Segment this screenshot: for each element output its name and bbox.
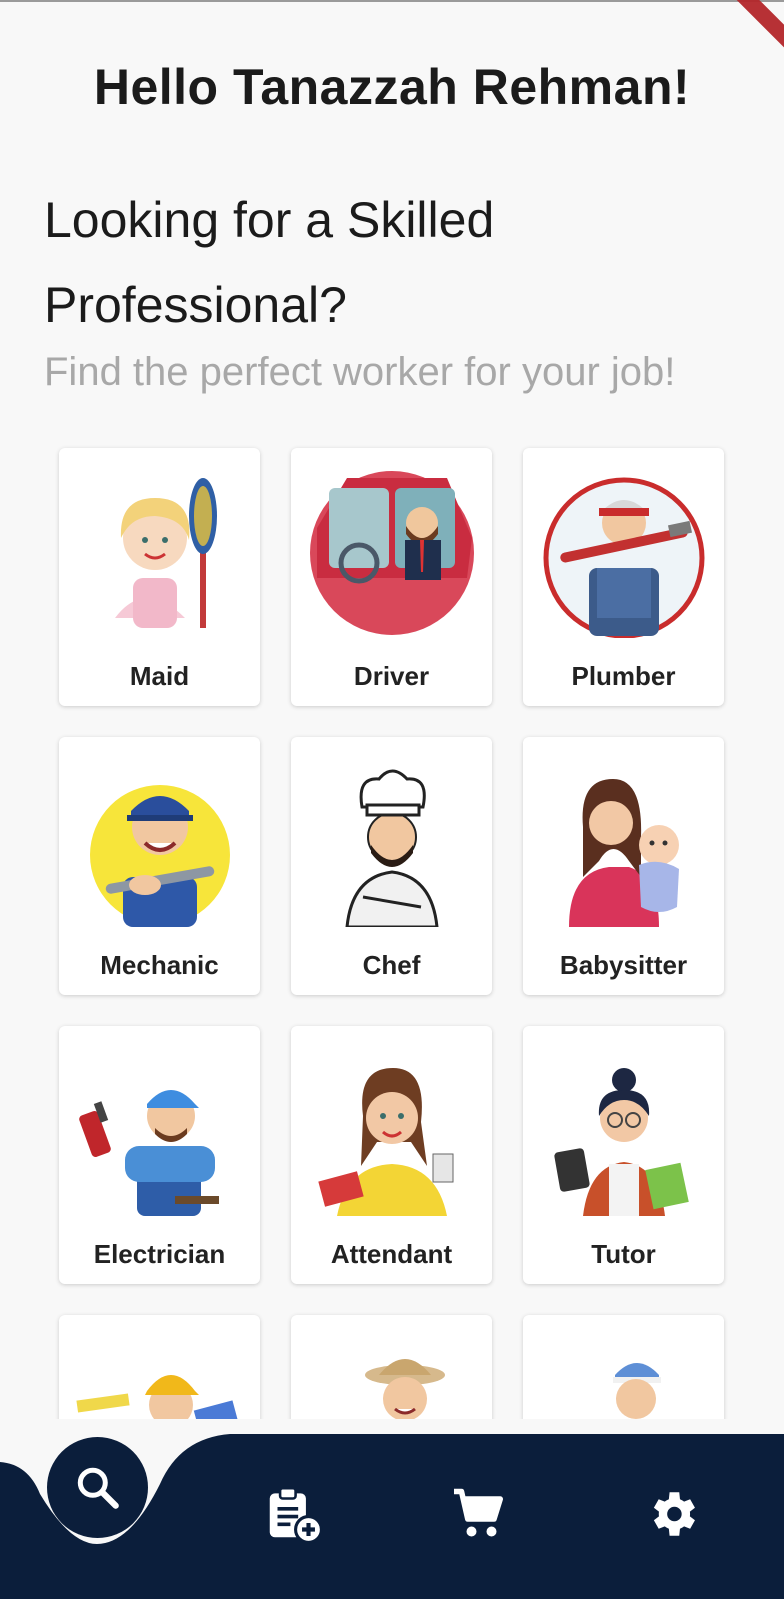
status-divider [0, 0, 784, 2]
category-label: Babysitter [559, 950, 688, 980]
category-card-chef[interactable]: Chef [291, 737, 492, 995]
category-card-electrician[interactable]: Electrician [59, 1026, 260, 1284]
category-grid-viewport[interactable]: Maid Driver Plumber Mechanic Chef Babysi… [0, 445, 784, 1419]
category-grid: Maid Driver Plumber Mechanic Chef Babysi… [59, 448, 724, 1419]
category-label: Chef [362, 950, 421, 980]
gear-icon [653, 1492, 695, 1536]
category-card-babysitter[interactable]: Babysitter [523, 737, 724, 995]
category-label: Electrician [93, 1239, 226, 1269]
electrician-illustration [79, 1090, 219, 1216]
tutor-illustration [554, 1068, 689, 1216]
debug-banner [713, 0, 784, 63]
category-card-driver[interactable]: Driver [291, 448, 492, 706]
search-nav-button[interactable] [47, 1437, 148, 1538]
category-card-tutor[interactable]: Tutor [523, 1026, 724, 1284]
mechanic-illustration [90, 785, 230, 927]
painter-illustration [76, 1375, 241, 1419]
settings-nav-button[interactable] [637, 1479, 707, 1549]
post-job-nav-button[interactable] [258, 1479, 328, 1549]
cart-nav-button[interactable] [444, 1479, 514, 1549]
greeting-title: Hello Tanazzah Rehman! [93, 59, 691, 115]
category-card-maid[interactable]: Maid [59, 448, 260, 706]
gardener-illustration [365, 1359, 445, 1419]
worker-illustration [613, 1363, 661, 1419]
search-icon [77, 1467, 119, 1509]
category-card-attendant[interactable]: Attendant [291, 1026, 492, 1284]
maid-illustration [115, 478, 217, 628]
clipboard-add-icon [269, 1486, 323, 1544]
category-card-plumber[interactable]: Plumber [523, 448, 724, 706]
category-card-gardener[interactable] [291, 1315, 492, 1419]
page-headline: Looking for a Skilled Professional? [44, 192, 495, 333]
category-card-mechanic[interactable]: Mechanic [59, 737, 260, 995]
category-label: Tutor [591, 1239, 656, 1269]
cart-icon [454, 1488, 503, 1537]
page-subheadline: Find the perfect worker for your job! [44, 350, 676, 394]
attendant-illustration [318, 1068, 454, 1216]
category-label: Plumber [571, 661, 676, 691]
bottom-navigation-bar [0, 1424, 784, 1599]
category-card-painter[interactable] [59, 1315, 260, 1419]
category-label: Mechanic [100, 950, 219, 980]
category-label: Maid [129, 661, 190, 691]
plumber-illustration [543, 477, 705, 638]
driver-illustration [310, 471, 474, 635]
category-card-worker[interactable] [523, 1315, 724, 1419]
category-label: Driver [353, 661, 430, 691]
category-label: Attendant [330, 1239, 453, 1269]
babysitter-illustration [569, 779, 679, 927]
chef-illustration [345, 769, 439, 927]
